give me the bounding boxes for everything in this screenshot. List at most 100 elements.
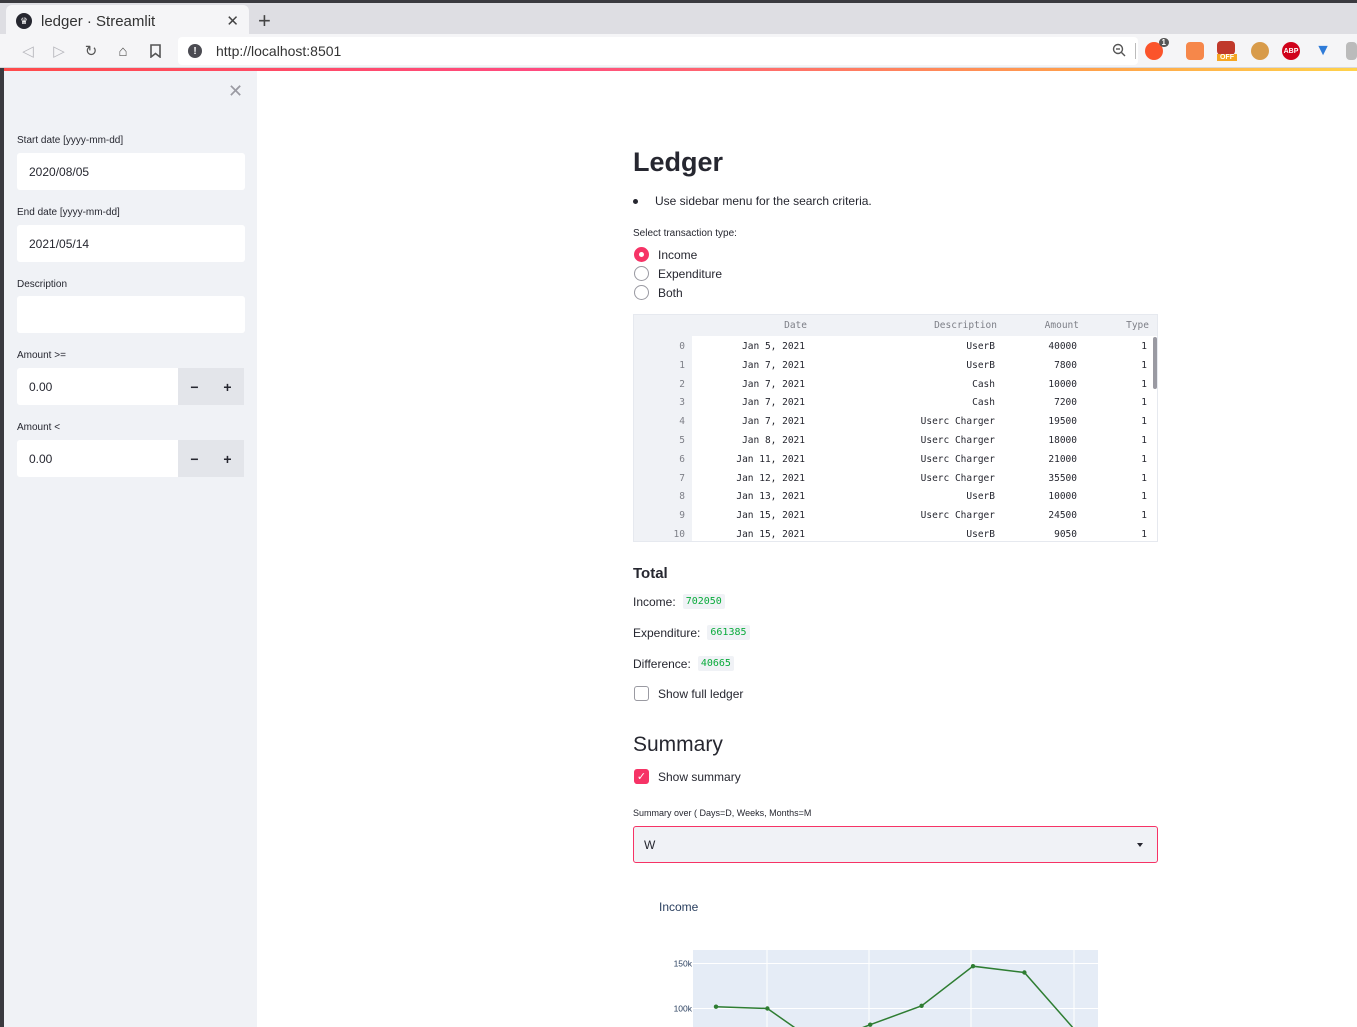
ledger-dataframe[interactable]: Date Description Amount Type 0 Jan 5, 202…	[633, 314, 1158, 542]
cell-type[interactable]: 1	[1141, 435, 1147, 446]
cell-description[interactable]: Userc Charger	[921, 510, 995, 521]
bookmark-icon[interactable]	[145, 41, 165, 61]
adblock-plus-icon[interactable]: ABP	[1282, 42, 1300, 60]
cell-description[interactable]: UserB	[966, 360, 995, 371]
end-date-input[interactable]: 2021/05/14	[17, 225, 245, 262]
cell-type[interactable]: 1	[1141, 454, 1147, 465]
column-header-description[interactable]: Description	[934, 320, 997, 331]
cell-date[interactable]: Jan 13, 2021	[736, 491, 805, 502]
cell-type[interactable]: 1	[1141, 397, 1147, 408]
brave-shield-icon[interactable]: 1	[1145, 38, 1169, 60]
cell-description[interactable]: Userc Charger	[921, 454, 995, 465]
row-index[interactable]: 5	[679, 435, 685, 446]
cell-type[interactable]: 1	[1141, 341, 1147, 352]
reload-icon[interactable]: ↻	[81, 41, 101, 61]
browser-tab-active[interactable]: ♛ ledger · Streamlit ✕	[6, 5, 249, 37]
cell-amount[interactable]: 19500	[1048, 416, 1077, 427]
cell-date[interactable]: Jan 15, 2021	[736, 510, 805, 521]
income-line-chart[interactable]: Income 150k 100k	[633, 891, 1158, 1027]
zoom-out-icon[interactable]	[1112, 43, 1126, 60]
row-index[interactable]: 7	[679, 473, 685, 484]
column-header-type[interactable]: Type	[1126, 320, 1149, 331]
cell-description[interactable]: UserB	[966, 491, 995, 502]
income-chart[interactable]: Income 150k 100k	[633, 891, 1158, 1027]
row-index[interactable]: 6	[679, 454, 685, 465]
show-full-ledger-checkbox[interactable]: Show full ledger	[634, 686, 743, 701]
cell-date[interactable]: Jan 7, 2021	[742, 360, 805, 371]
cell-type[interactable]: 1	[1141, 529, 1147, 540]
show-summary-check-icon[interactable]: ✓	[634, 769, 649, 784]
cell-amount[interactable]: 40000	[1048, 341, 1077, 352]
row-index[interactable]: 0	[679, 341, 685, 352]
show-summary-checkbox[interactable]: ✓ Show summary	[634, 769, 741, 784]
cell-date[interactable]: Jan 7, 2021	[742, 397, 805, 408]
radio-income-dot[interactable]	[634, 247, 649, 262]
new-tab-plus-icon[interactable]: +	[258, 8, 271, 34]
amount-gte-increment-button[interactable]: +	[211, 368, 244, 405]
radio-expenditure[interactable]: Expenditure	[634, 266, 722, 281]
cell-date[interactable]: Jan 15, 2021	[736, 529, 805, 540]
cell-amount[interactable]: 9050	[1054, 529, 1077, 540]
dataframe-scrollbar[interactable]	[1153, 337, 1157, 389]
description-input[interactable]	[17, 296, 245, 333]
start-date-input[interactable]: 2020/08/05	[17, 153, 245, 190]
cell-amount[interactable]: 24500	[1048, 510, 1077, 521]
column-header-date[interactable]: Date	[784, 320, 807, 331]
cell-description[interactable]: UserB	[966, 529, 995, 540]
amount-gte-decrement-button[interactable]: −	[178, 368, 211, 405]
cell-description[interactable]: UserB	[966, 341, 995, 352]
cell-type[interactable]: 1	[1141, 416, 1147, 427]
forward-arrow-icon[interactable]: ▷	[49, 41, 69, 61]
back-arrow-icon[interactable]: ◁	[18, 41, 38, 61]
cell-description[interactable]: Cash	[972, 397, 995, 408]
cell-date[interactable]: Jan 11, 2021	[736, 454, 805, 465]
row-index[interactable]: 4	[679, 416, 685, 427]
radio-both[interactable]: Both	[634, 285, 683, 300]
amount-gte-input[interactable]: 0.00	[17, 368, 178, 405]
show-full-ledger-box[interactable]	[634, 686, 649, 701]
row-index[interactable]: 9	[679, 510, 685, 521]
cell-description[interactable]: Userc Charger	[921, 416, 995, 427]
cell-amount[interactable]: 7800	[1054, 360, 1077, 371]
amount-lt-decrement-button[interactable]: −	[178, 440, 211, 477]
address-bar[interactable]: ! http://localhost:8501	[178, 37, 1138, 65]
radio-both-dot[interactable]	[634, 285, 649, 300]
cookie-extension-icon[interactable]	[1251, 42, 1269, 60]
cell-description[interactable]: Userc Charger	[921, 435, 995, 446]
row-index[interactable]: 8	[679, 491, 685, 502]
row-index[interactable]: 3	[679, 397, 685, 408]
amount-lt-input[interactable]: 0.00	[17, 440, 178, 477]
cell-description[interactable]: Cash	[972, 379, 995, 390]
v-extension-icon[interactable]: ▼	[1314, 42, 1332, 60]
row-index[interactable]: 10	[674, 529, 685, 540]
radio-income[interactable]: Income	[634, 247, 697, 262]
cell-amount[interactable]: 18000	[1048, 435, 1077, 446]
home-icon[interactable]: ⌂	[113, 41, 133, 61]
cell-amount[interactable]: 7200	[1054, 397, 1077, 408]
amount-lt-increment-button[interactable]: +	[211, 440, 244, 477]
cell-description[interactable]: Userc Charger	[921, 473, 995, 484]
cell-date[interactable]: Jan 8, 2021	[742, 435, 805, 446]
sidebar-close-icon[interactable]: ✕	[228, 81, 243, 102]
cell-amount[interactable]: 35500	[1048, 473, 1077, 484]
site-info-icon[interactable]: !	[188, 44, 202, 58]
tab-close-icon[interactable]: ✕	[226, 12, 239, 30]
cell-type[interactable]: 1	[1141, 510, 1147, 521]
cell-amount[interactable]: 10000	[1048, 491, 1077, 502]
cell-date[interactable]: Jan 7, 2021	[742, 379, 805, 390]
cell-type[interactable]: 1	[1141, 379, 1147, 390]
cell-type[interactable]: 1	[1141, 491, 1147, 502]
row-index[interactable]: 2	[679, 379, 685, 390]
cell-amount[interactable]: 21000	[1048, 454, 1077, 465]
radio-expenditure-dot[interactable]	[634, 266, 649, 281]
cell-date[interactable]: Jan 7, 2021	[742, 416, 805, 427]
cell-type[interactable]: 1	[1141, 473, 1147, 484]
cell-type[interactable]: 1	[1141, 360, 1147, 371]
row-index[interactable]: 1	[679, 360, 685, 371]
medal-extension-icon[interactable]: OFF	[1217, 41, 1237, 61]
column-header-amount[interactable]: Amount	[1045, 320, 1079, 331]
cell-date[interactable]: Jan 5, 2021	[742, 341, 805, 352]
trash-extension-icon[interactable]	[1186, 42, 1204, 60]
cell-date[interactable]: Jan 12, 2021	[736, 473, 805, 484]
sidebar-toggle-icon[interactable]	[1346, 42, 1357, 60]
